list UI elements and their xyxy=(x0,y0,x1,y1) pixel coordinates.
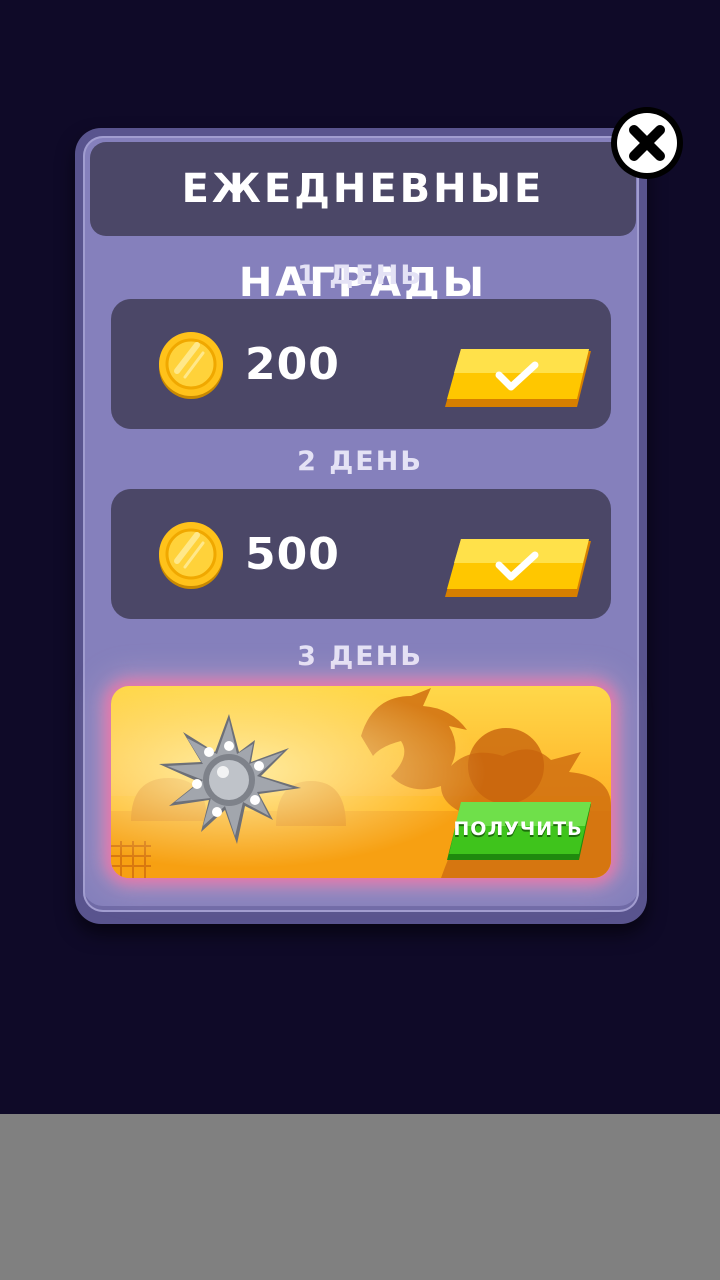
dialog-header: ЕЖЕДНЕВНЫЕ НАГРАДЫ xyxy=(90,142,636,306)
bottom-bar xyxy=(0,1114,720,1280)
claimed-button[interactable] xyxy=(443,537,593,599)
shuriken-icon xyxy=(159,714,301,844)
coin-amount: 500 xyxy=(245,529,340,580)
claimed-button[interactable] xyxy=(443,347,593,409)
coin-icon xyxy=(159,332,223,399)
day-label-2: 2 ДЕНЬ xyxy=(297,446,423,477)
reward-row-day-2: 500 xyxy=(111,489,611,619)
get-button[interactable]: ПОЛУЧИТЬ xyxy=(445,800,591,858)
day-label-1: 1 ДЕНЬ xyxy=(297,260,423,291)
dialog-title: ЕЖЕДНЕВНЫЕ НАГРАДЫ xyxy=(181,166,545,306)
day-label-3: 3 ДЕНЬ xyxy=(297,641,423,672)
reward-card-day-3[interactable]: ПОЛУЧИТЬ xyxy=(111,686,611,878)
close-icon xyxy=(629,125,665,161)
reward-row-day-1: 200 xyxy=(111,299,611,429)
coin-amount: 200 xyxy=(245,339,340,390)
close-button[interactable] xyxy=(611,107,683,179)
coin-icon xyxy=(159,522,223,589)
